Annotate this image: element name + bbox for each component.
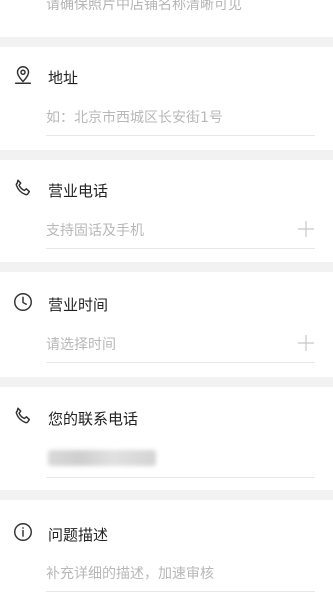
phone-icon xyxy=(12,405,34,431)
section-label: 营业时间 xyxy=(48,295,109,314)
section-header: 问题描述 xyxy=(12,522,108,546)
photo-hint-text: 请确保照片中店铺名称清晰可见 xyxy=(46,0,242,13)
section-label: 您的联系电话 xyxy=(48,409,139,428)
section-header: 地址 xyxy=(12,65,78,89)
blurred-phone-number xyxy=(48,450,156,466)
phone-icon xyxy=(12,177,34,203)
section-header: 营业电话 xyxy=(12,178,108,202)
section-divider xyxy=(0,490,333,500)
section-address: 地址 如：北京市西城区长安街1号 xyxy=(0,47,333,150)
address-input[interactable]: 如：北京市西城区长安街1号 xyxy=(46,99,315,136)
section-divider xyxy=(0,150,333,160)
problem-description-input[interactable]: 补充详细的描述，加速审核 xyxy=(46,555,315,592)
add-hours-plus-icon[interactable] xyxy=(297,334,315,352)
add-phone-plus-icon[interactable] xyxy=(297,220,315,238)
section-business-phone: 营业电话 支持固话及手机 xyxy=(0,160,333,262)
info-icon xyxy=(12,521,34,547)
section-divider xyxy=(0,37,333,47)
contact-phone-input[interactable] xyxy=(46,441,315,478)
feedback-form: 请确保照片中店铺名称清晰可见 地址 如：北京市西城区长安街1号 营业电话 支持固… xyxy=(0,0,333,605)
address-placeholder: 如：北京市西城区长安街1号 xyxy=(46,110,223,126)
location-pin-icon xyxy=(12,64,34,90)
section-header: 营业时间 xyxy=(12,292,108,316)
clock-icon xyxy=(12,291,34,317)
section-label: 营业电话 xyxy=(48,181,109,200)
problem-description-placeholder: 补充详细的描述，加速审核 xyxy=(46,566,214,582)
section-header: 您的联系电话 xyxy=(12,406,138,430)
section-label: 地址 xyxy=(48,68,79,87)
business-phone-input[interactable]: 支持固话及手机 xyxy=(46,212,315,249)
section-contact-phone: 您的联系电话 xyxy=(0,387,333,490)
section-divider xyxy=(0,262,333,272)
section-label: 问题描述 xyxy=(48,525,109,544)
business-hours-placeholder: 请选择时间 xyxy=(46,337,116,353)
section-business-hours: 营业时间 请选择时间 xyxy=(0,272,333,377)
business-phone-placeholder: 支持固话及手机 xyxy=(46,223,144,239)
section-divider xyxy=(0,377,333,387)
section-problem-description: 问题描述 补充详细的描述，加速审核 xyxy=(0,500,333,605)
business-hours-select[interactable]: 请选择时间 xyxy=(46,326,315,363)
